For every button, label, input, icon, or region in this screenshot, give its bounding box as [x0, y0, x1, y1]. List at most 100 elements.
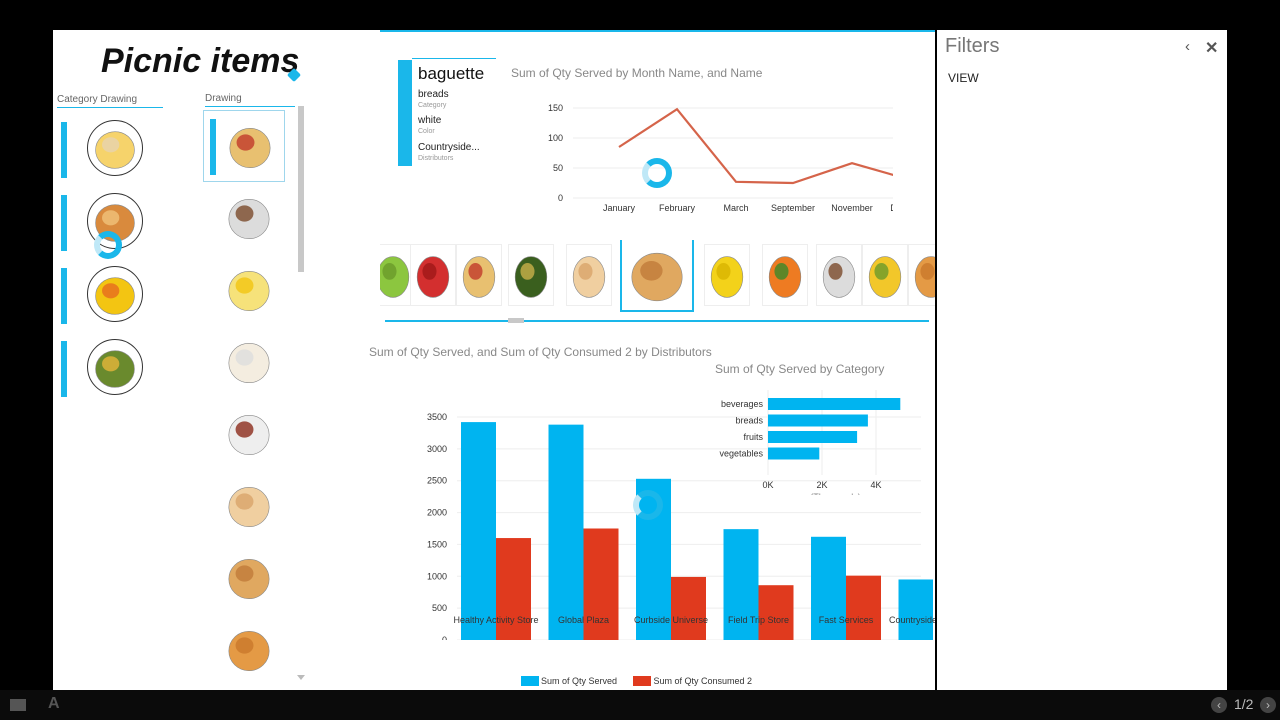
drawing-item[interactable] — [203, 254, 285, 326]
line-x-tick: December — [890, 203, 893, 213]
strip-item[interactable] — [908, 244, 935, 306]
close-icon[interactable]: ✕ — [1205, 38, 1218, 58]
bar-chart-title: Sum of Qty Served, and Sum of Qty Consum… — [369, 345, 712, 359]
bar-y-tick: 0 — [442, 635, 447, 640]
strip-item[interactable] — [566, 244, 612, 306]
text-icon[interactable]: A — [48, 695, 60, 713]
line-y-tick: 50 — [553, 163, 563, 173]
bar-served[interactable] — [898, 579, 934, 640]
strip-item[interactable] — [410, 244, 456, 306]
filters-pane: Filters ‹ ✕ VIEW — [937, 30, 1227, 690]
drawing-strip[interactable] — [380, 240, 935, 320]
line-x-tick: March — [723, 203, 748, 213]
bar-x-tick: Countryside Company — [888, 615, 935, 625]
hbar-x-tick: 4K — [870, 480, 881, 490]
hbar-bar[interactable] — [768, 414, 868, 427]
line-y-tick: 0 — [558, 193, 563, 203]
card-color-label: Color — [418, 128, 435, 135]
drawing-thumbnail — [222, 117, 278, 177]
report-canvas: Picnic items Category Drawing Drawing ba… — [53, 30, 935, 690]
bagel-icon — [228, 486, 270, 528]
line-chart[interactable]: 0 50 100 150 January February March September No… — [493, 90, 893, 220]
line-chart-title: Sum of Qty Served by Month Name, and Nam… — [511, 66, 763, 80]
card-color-value: white — [418, 115, 442, 126]
bar-consumed[interactable] — [846, 575, 881, 640]
next-page-icon[interactable]: › — [1260, 697, 1276, 713]
category-item[interactable] — [61, 120, 161, 180]
drawing-thumbnail — [221, 332, 277, 392]
bar-y-tick: 1000 — [427, 571, 447, 581]
strip-item[interactable] — [508, 244, 554, 306]
card-top-line — [412, 58, 496, 59]
card-accent-bar — [398, 60, 412, 166]
hbar-chart[interactable]: 0K2K4K6Kbeveragesbreadsfruitsvegetables(… — [708, 390, 908, 495]
strip-scroll-handle[interactable] — [508, 318, 524, 323]
chevron-left-icon[interactable]: ‹ — [1185, 38, 1190, 55]
strip-item[interactable] — [862, 244, 908, 306]
loading-spinner-icon — [94, 231, 122, 259]
corn-icon — [868, 256, 902, 298]
bar-x-tick: Healthy Activity Store — [453, 615, 539, 625]
line-x-tick: February — [659, 203, 696, 213]
drawing-item[interactable] — [203, 398, 285, 470]
drawing-item[interactable] — [203, 110, 285, 182]
strip-item[interactable] — [762, 244, 808, 306]
drawing-scrollbar[interactable] — [297, 102, 305, 688]
bagel-icon — [572, 256, 606, 298]
strip-item[interactable] — [620, 240, 694, 312]
drawing-item[interactable] — [203, 326, 285, 398]
strip-item[interactable] — [704, 244, 750, 306]
card-distributors-label: Distributors — [418, 155, 454, 162]
page-title: Picnic items — [101, 42, 300, 80]
filters-view-label[interactable]: VIEW — [948, 71, 979, 85]
drawing-item[interactable] — [203, 542, 285, 614]
drawing-thumbnail — [221, 188, 277, 248]
bar-consumed[interactable] — [758, 585, 794, 640]
category-item[interactable] — [61, 266, 161, 326]
drawing-item[interactable] — [203, 470, 285, 542]
card-name: baguette — [418, 64, 485, 83]
drawing-item[interactable] — [203, 614, 285, 686]
line-y-tick: 150 — [548, 103, 563, 113]
bar-y-tick: 2500 — [427, 476, 447, 486]
legend-consumed: Sum of Qty Consumed 2 — [653, 675, 753, 686]
bar-served[interactable] — [461, 422, 496, 640]
bar-x-tick: Field Trip Store — [727, 615, 790, 625]
drawing-scroll-thumb[interactable] — [298, 106, 304, 272]
line-x-tick: September — [771, 203, 815, 213]
strip-item[interactable] — [456, 244, 502, 306]
bar-y-tick: 3000 — [427, 444, 447, 454]
category-selected-bar — [61, 122, 67, 178]
page-indicator: 1/2 — [1234, 696, 1254, 712]
pages-icon[interactable] — [10, 699, 26, 711]
bar-x-tick: Fast Services — [818, 615, 874, 625]
bar-y-tick: 3500 — [427, 412, 447, 422]
coffee-mug-icon — [822, 256, 856, 298]
hbar-x-tick: 2K — [816, 480, 827, 490]
baguette-icon — [631, 252, 683, 302]
lemonade-icon — [228, 270, 270, 312]
beverages-icon — [95, 131, 135, 169]
hbar-bar[interactable] — [768, 431, 858, 443]
scroll-down-arrow-icon[interactable] — [297, 675, 305, 680]
hbar-category-label: fruits — [743, 432, 763, 442]
hbar-bar[interactable] — [768, 398, 901, 410]
hbar-bar[interactable] — [768, 447, 820, 460]
legend-served: Sum of Qty Served — [541, 675, 618, 686]
prev-page-icon[interactable]: ‹ — [1211, 697, 1227, 713]
loading-spinner-icon — [633, 490, 663, 520]
category-item[interactable] — [61, 339, 161, 399]
coffee-mug-icon — [228, 198, 270, 240]
bananas-icon — [710, 256, 744, 298]
juice-box-icon — [462, 256, 496, 298]
bar-consumed[interactable] — [671, 576, 706, 640]
card-category-value: breads — [418, 89, 449, 100]
bar-served[interactable] — [548, 424, 584, 640]
category-selected-bar — [61, 195, 67, 251]
croissant-icon — [228, 630, 270, 672]
strip-item[interactable] — [816, 244, 862, 306]
drawing-thumbnail — [221, 620, 277, 680]
bottom-bar: A ‹ 1/2 › — [0, 690, 1280, 720]
legend-swatch-consumed — [633, 675, 652, 686]
drawing-item[interactable] — [203, 182, 285, 254]
